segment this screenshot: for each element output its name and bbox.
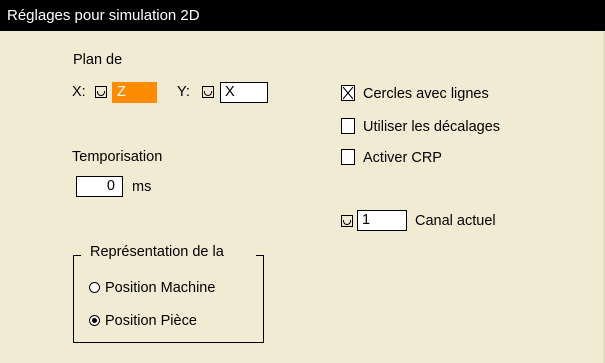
canal-actuel-label: Canal actuel xyxy=(415,213,496,229)
position-piece-radio[interactable] xyxy=(89,315,100,326)
plan-label: Plan de xyxy=(73,52,123,68)
cercles-avec-lignes-checkbox[interactable] xyxy=(341,85,355,101)
y-axis-label: Y: xyxy=(177,84,190,100)
cercles-avec-lignes-label: Cercles avec lignes xyxy=(363,86,489,102)
temporisation-label: Temporisation xyxy=(72,149,163,165)
window-title: Réglages pour simulation 2D xyxy=(0,0,605,31)
position-machine-radio[interactable] xyxy=(89,282,100,293)
x-axis-label: X: xyxy=(72,84,86,100)
simulation-2d-settings-window: Réglages pour simulation 2D Plan de X: Z… xyxy=(0,0,605,363)
temporisation-unit: ms xyxy=(132,179,152,195)
representation-frame-top-right xyxy=(256,255,264,256)
representation-title: Représentation de la xyxy=(90,244,224,260)
temporisation-field[interactable]: 0 xyxy=(76,176,123,197)
canal-field[interactable]: 1 xyxy=(357,210,407,231)
activer-crp-label: Activer CRP xyxy=(363,150,442,166)
utiliser-decalages-label: Utiliser les décalages xyxy=(363,119,501,135)
check-x-icon xyxy=(342,86,354,100)
y-axis-field[interactable]: X xyxy=(220,82,268,103)
utiliser-decalages-checkbox[interactable] xyxy=(341,118,355,134)
activer-crp-checkbox[interactable] xyxy=(341,149,355,165)
x-axis-field[interactable]: Z xyxy=(112,82,157,103)
representation-frame-top-left xyxy=(73,255,81,256)
position-piece-label: Position Pièce xyxy=(105,313,197,329)
x-selector-icon[interactable] xyxy=(95,86,107,98)
canal-selector-icon[interactable] xyxy=(341,215,353,227)
y-selector-icon[interactable] xyxy=(202,86,214,98)
position-machine-label: Position Machine xyxy=(105,280,216,296)
